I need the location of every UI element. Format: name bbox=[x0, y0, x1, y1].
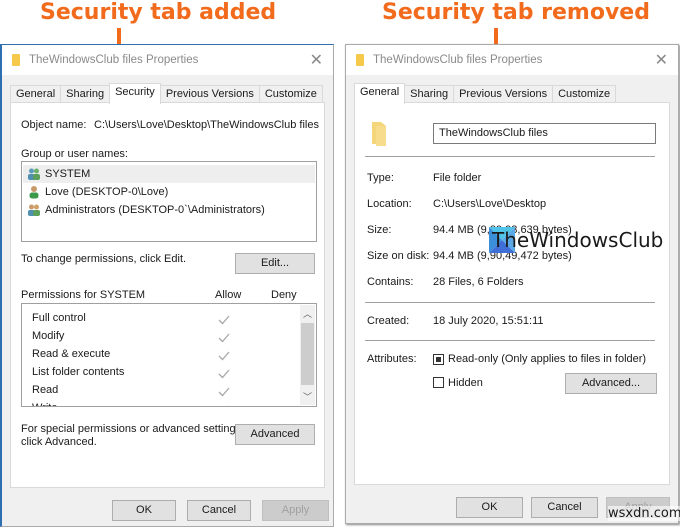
tab-sharing[interactable]: Sharing bbox=[60, 85, 111, 103]
tab-sharing[interactable]: Sharing bbox=[404, 85, 455, 103]
tab-previous-versions[interactable]: Previous Versions bbox=[453, 85, 554, 103]
advanced-attributes-button[interactable]: Advanced... bbox=[565, 373, 657, 394]
hidden-checkbox[interactable] bbox=[433, 377, 444, 388]
object-name-label: Object name: bbox=[21, 119, 87, 131]
folder-icon bbox=[356, 54, 364, 66]
title-bar: TheWindowsClub files Properties ✕ bbox=[346, 45, 678, 75]
ok-button[interactable]: OK bbox=[456, 497, 523, 518]
allow-check-icon bbox=[218, 351, 230, 361]
folder-icon bbox=[12, 54, 20, 66]
single-user-icon bbox=[29, 186, 39, 199]
user-item-system[interactable]: SYSTEM bbox=[23, 165, 315, 183]
user-name: Love (DESKTOP-0\Love) bbox=[45, 186, 169, 198]
edit-button[interactable]: Edit... bbox=[235, 253, 315, 274]
allow-check-icon bbox=[218, 387, 230, 397]
indeterminate-mark bbox=[436, 357, 441, 362]
type-value: File folder bbox=[433, 172, 482, 184]
group-label: Group or user names: bbox=[21, 148, 128, 160]
permissions-list[interactable]: Full control Modify Read & execute List … bbox=[21, 303, 317, 407]
size-label: Size: bbox=[367, 224, 392, 236]
security-panel: Object name: C:\Users\Love\Desktop\TheWi… bbox=[10, 102, 325, 488]
tab-customize[interactable]: Customize bbox=[258, 85, 323, 103]
deny-header: Deny bbox=[271, 289, 297, 301]
permissions-scrollbar[interactable]: ︿ ﹀ bbox=[300, 305, 315, 405]
readonly-label: Read-only (Only applies to files in fold… bbox=[448, 353, 647, 365]
cancel-button[interactable]: Cancel bbox=[531, 497, 598, 518]
properties-window-general: TheWindowsClub files Properties ✕ Genera… bbox=[345, 44, 679, 524]
tab-general[interactable]: General bbox=[10, 85, 62, 103]
location-value: C:\Users\Love\Desktop bbox=[433, 198, 547, 210]
tab-security[interactable]: Security bbox=[109, 83, 161, 104]
group-users-icon bbox=[28, 204, 40, 216]
type-label: Type: bbox=[367, 172, 394, 184]
divider bbox=[365, 340, 655, 341]
created-label: Created: bbox=[367, 315, 410, 327]
cancel-button[interactable]: Cancel bbox=[187, 500, 251, 521]
divider bbox=[365, 302, 655, 303]
site-watermark: wsxdn.com bbox=[608, 506, 680, 521]
close-icon[interactable]: ✕ bbox=[655, 50, 668, 69]
allow-check-icon bbox=[218, 315, 230, 325]
permission-name: Read bbox=[32, 384, 59, 396]
tab-general[interactable]: General bbox=[354, 83, 406, 104]
title-bar: TheWindowsClub files Properties ✕ bbox=[2, 45, 333, 75]
caption-security-added: Security tab added bbox=[40, 0, 277, 25]
created-value: 18 July 2020, 15:51:11 bbox=[433, 315, 544, 327]
contains-value: 28 Files, 6 Folders bbox=[433, 276, 524, 288]
attributes-label: Attributes: bbox=[367, 353, 417, 365]
location-label: Location: bbox=[367, 198, 412, 210]
allow-check-icon bbox=[218, 369, 230, 379]
permission-name: Read & execute bbox=[32, 348, 111, 360]
folder-name-input[interactable]: TheWindowsClub files bbox=[433, 123, 656, 144]
allow-check-icon bbox=[228, 405, 229, 406]
advanced-text-line2: click Advanced. bbox=[21, 436, 97, 448]
tab-previous-versions[interactable]: Previous Versions bbox=[159, 85, 260, 103]
permission-name: List folder contents bbox=[32, 366, 125, 378]
tab-strip: General Sharing Security Previous Versio… bbox=[10, 83, 323, 104]
tab-strip: General Sharing Previous Versions Custom… bbox=[354, 83, 617, 104]
size-on-disk-label: Size on disk: bbox=[367, 250, 430, 262]
readonly-checkbox[interactable] bbox=[433, 354, 444, 365]
permission-name: Modify bbox=[32, 330, 65, 342]
allow-check-icon bbox=[218, 333, 230, 343]
user-name: SYSTEM bbox=[45, 168, 91, 180]
advanced-button[interactable]: Advanced bbox=[235, 424, 315, 445]
user-name: Administrators (DESKTOP-0`\Administrator… bbox=[45, 204, 265, 216]
advanced-text-line1: For special permissions or advanced sett… bbox=[21, 423, 245, 435]
group-users-icon bbox=[28, 168, 40, 180]
permission-name: Write bbox=[32, 402, 57, 406]
user-item-love[interactable]: Love (DESKTOP-0\Love) bbox=[23, 183, 315, 201]
tab-customize[interactable]: Customize bbox=[552, 85, 617, 103]
apply-button[interactable]: Apply bbox=[262, 500, 329, 521]
window-title: TheWindowsClub files Properties bbox=[373, 54, 543, 66]
change-permissions-text: To change permissions, click Edit. bbox=[21, 253, 187, 265]
brand-watermark: TheWindowsClub bbox=[492, 228, 664, 252]
ok-button[interactable]: OK bbox=[112, 500, 176, 521]
window-title: TheWindowsClub files Properties bbox=[29, 54, 199, 66]
contains-label: Contains: bbox=[367, 276, 414, 288]
scroll-up-icon[interactable]: ︿ bbox=[300, 307, 315, 320]
caption-security-removed: Security tab removed bbox=[382, 0, 650, 25]
divider bbox=[365, 156, 655, 157]
large-folder-icon bbox=[372, 122, 386, 146]
properties-window-security: TheWindowsClub files Properties ✕ Genera… bbox=[0, 44, 334, 527]
hidden-label: Hidden bbox=[448, 377, 483, 389]
permission-name: Full control bbox=[32, 312, 86, 324]
user-list[interactable]: SYSTEM Love (DESKTOP-0\Love) Administrat… bbox=[21, 161, 317, 242]
scroll-down-icon[interactable]: ﹀ bbox=[300, 390, 315, 403]
permissions-label: Permissions for SYSTEM bbox=[21, 289, 146, 301]
general-panel: TheWindowsClub files Type: File folder L… bbox=[354, 102, 670, 485]
user-item-administrators[interactable]: Administrators (DESKTOP-0`\Administrator… bbox=[23, 201, 315, 219]
allow-header: Allow bbox=[215, 289, 242, 301]
object-name-value: C:\Users\Love\Desktop\TheWindowsClub fil… bbox=[94, 119, 319, 131]
scroll-thumb[interactable] bbox=[301, 323, 314, 385]
close-icon[interactable]: ✕ bbox=[310, 50, 323, 69]
